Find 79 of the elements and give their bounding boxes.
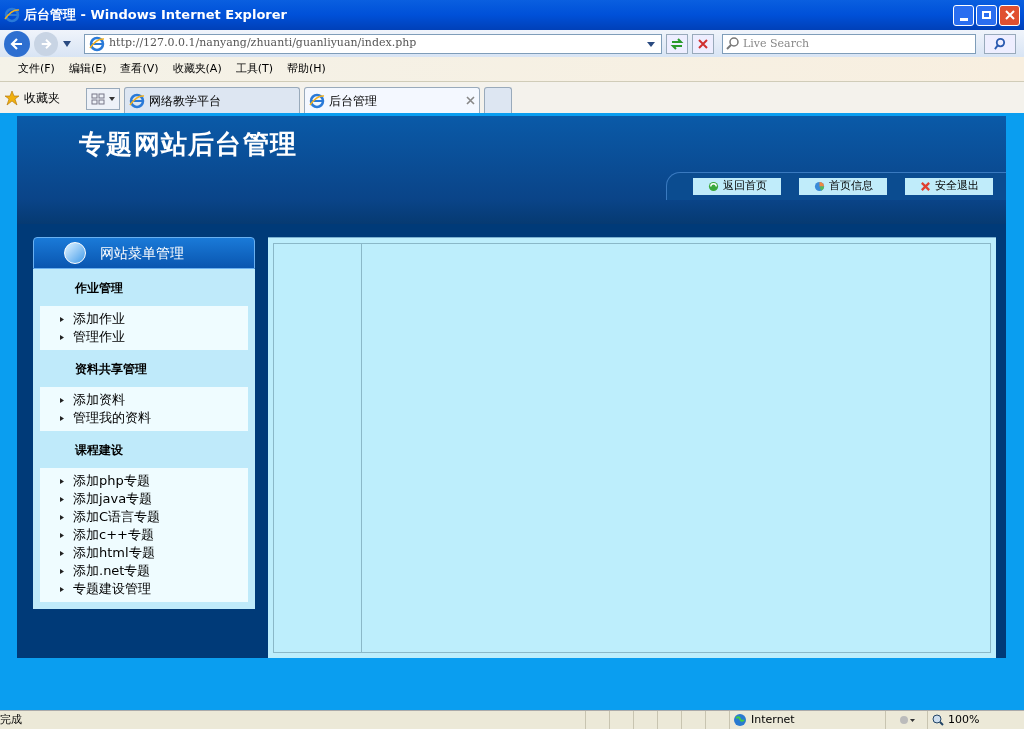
bullet-arrow-icon bbox=[60, 334, 64, 340]
browser-tab[interactable]: 网络教学平台 bbox=[124, 87, 300, 113]
close-tab-icon[interactable] bbox=[466, 96, 475, 105]
close-icon bbox=[1004, 10, 1015, 20]
bullet-arrow-icon bbox=[60, 397, 64, 403]
minimize-icon bbox=[959, 17, 968, 21]
favorites-button[interactable]: 收藏夹 bbox=[24, 88, 60, 107]
menu-group-title: 课程建设 bbox=[75, 441, 123, 459]
header-button[interactable]: 安全退出 bbox=[905, 178, 993, 195]
browser-e-icon bbox=[309, 92, 325, 109]
bullet-arrow-icon bbox=[60, 550, 64, 556]
globe-icon bbox=[64, 242, 86, 264]
browser-e-icon bbox=[4, 7, 20, 23]
star-icon bbox=[4, 89, 20, 106]
refresh-button[interactable] bbox=[666, 33, 688, 54]
menu-group-title: 作业管理 bbox=[75, 279, 123, 297]
menu-link[interactable]: 管理作业 bbox=[73, 327, 125, 347]
menu-link[interactable]: 添加C语言专题 bbox=[73, 507, 161, 527]
menu-link[interactable]: 添加html专题 bbox=[73, 543, 155, 563]
caret-icon[interactable] bbox=[62, 39, 72, 48]
arrow-left-icon bbox=[10, 36, 24, 51]
bullet-arrow-icon bbox=[60, 568, 64, 574]
quick-tabs-button[interactable] bbox=[86, 88, 120, 110]
bullet-arrow-icon bbox=[60, 316, 64, 322]
bullet-arrow-icon bbox=[60, 586, 64, 592]
refresh-icon bbox=[670, 37, 684, 50]
menu-link[interactable]: 添加java专题 bbox=[73, 489, 153, 509]
search-icon bbox=[726, 36, 739, 50]
close-button[interactable] bbox=[999, 4, 1020, 26]
sidebar-title: 网站菜单管理 bbox=[100, 243, 184, 263]
minimize-button[interactable] bbox=[953, 4, 974, 26]
address-field[interactable]: http://127.0.0.1/nanyang/zhuanti/guanliyuan/index.php bbox=[84, 33, 662, 54]
search-field[interactable]: Live Search bbox=[722, 33, 976, 54]
menu-link[interactable]: 添加作业 bbox=[73, 309, 125, 329]
browser-tab[interactable]: 后台管理 bbox=[304, 87, 480, 113]
security-zone: Internet bbox=[751, 711, 795, 728]
restore-button[interactable] bbox=[976, 4, 997, 26]
search-button[interactable] bbox=[984, 33, 1016, 54]
restore-icon bbox=[982, 11, 991, 19]
menu-item[interactable]: 查看(V) bbox=[120, 60, 159, 78]
bullet-arrow-icon bbox=[60, 496, 64, 502]
grid-icon bbox=[91, 93, 105, 105]
close-icon bbox=[919, 181, 931, 192]
menu-item[interactable]: 帮助(H) bbox=[287, 60, 326, 78]
site-title: 专题网站后台管理 bbox=[79, 127, 298, 161]
bullet-arrow-icon bbox=[60, 415, 64, 421]
status-text: 完成 bbox=[0, 711, 23, 728]
menu-item[interactable]: 收藏夹(A) bbox=[172, 60, 222, 78]
menu-item[interactable]: 工具(T) bbox=[235, 60, 273, 78]
globe-icon bbox=[733, 713, 747, 727]
menu-item[interactable]: 文件(F) bbox=[18, 60, 55, 78]
protected-mode-icon[interactable] bbox=[897, 714, 916, 726]
menu-group-title: 资料共享管理 bbox=[75, 360, 147, 378]
browser-e-icon bbox=[129, 92, 145, 109]
menu-link[interactable]: 添加php专题 bbox=[73, 471, 150, 491]
menu-link[interactable]: 管理我的资料 bbox=[73, 408, 151, 428]
url-text: http://127.0.0.1/nanyang/zhuanti/guanliyuan/index.php bbox=[109, 35, 417, 52]
close-icon bbox=[698, 38, 708, 49]
stop-button[interactable] bbox=[692, 33, 714, 54]
menu-link[interactable]: 添加c++专题 bbox=[73, 525, 154, 545]
window-title: 后台管理 - Windows Internet Explorer bbox=[24, 6, 288, 25]
caret-icon bbox=[109, 97, 115, 101]
header-button[interactable]: 首页信息 bbox=[799, 178, 887, 195]
menu-link[interactable]: 添加.net专题 bbox=[73, 561, 151, 581]
back-button[interactable] bbox=[4, 30, 30, 57]
bullet-arrow-icon bbox=[60, 514, 64, 520]
pie-chart-icon bbox=[813, 181, 825, 192]
search-icon bbox=[994, 37, 1006, 50]
bullet-arrow-icon bbox=[60, 532, 64, 538]
menu-link[interactable]: 专题建设管理 bbox=[73, 579, 151, 599]
header-button[interactable]: 返回首页 bbox=[693, 178, 781, 195]
arrow-right-icon bbox=[40, 37, 52, 50]
bullet-arrow-icon bbox=[60, 478, 64, 484]
zoom-icon bbox=[932, 714, 944, 726]
refresh-icon bbox=[707, 181, 719, 192]
menu-link[interactable]: 添加资料 bbox=[73, 390, 125, 410]
menu-item[interactable]: 编辑(E) bbox=[68, 60, 107, 78]
zoom-level[interactable]: 100% bbox=[948, 711, 980, 729]
browser-e-icon bbox=[89, 35, 105, 52]
